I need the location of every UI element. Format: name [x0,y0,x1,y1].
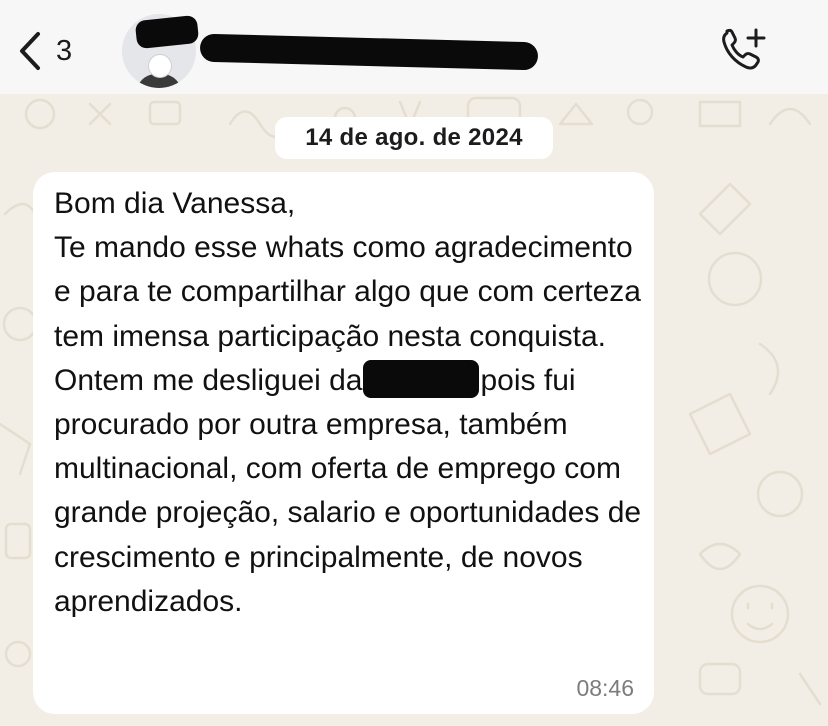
add-call-button[interactable] [718,26,770,79]
message-time: 08:46 [576,675,634,701]
unread-count: 3 [56,34,73,67]
date-chip: 14 de ago. de 2024 [275,117,553,159]
avatar-head [148,54,172,78]
contact-name-redacted[interactable] [199,33,539,71]
message-text-part-2: pois fui procurado por outra empresa, ta… [54,363,642,618]
back-button[interactable]: 3 [18,26,72,76]
company-name-redacted [362,359,479,398]
phone-plus-icon [722,28,766,70]
chat-header: 3 [0,0,828,94]
chevron-left-icon [20,32,40,70]
message-text: Bom dia Vanessa, Te mando esse whats com… [54,182,644,624]
message-bubble[interactable]: Bom dia Vanessa, Te mando esse whats com… [33,172,654,714]
